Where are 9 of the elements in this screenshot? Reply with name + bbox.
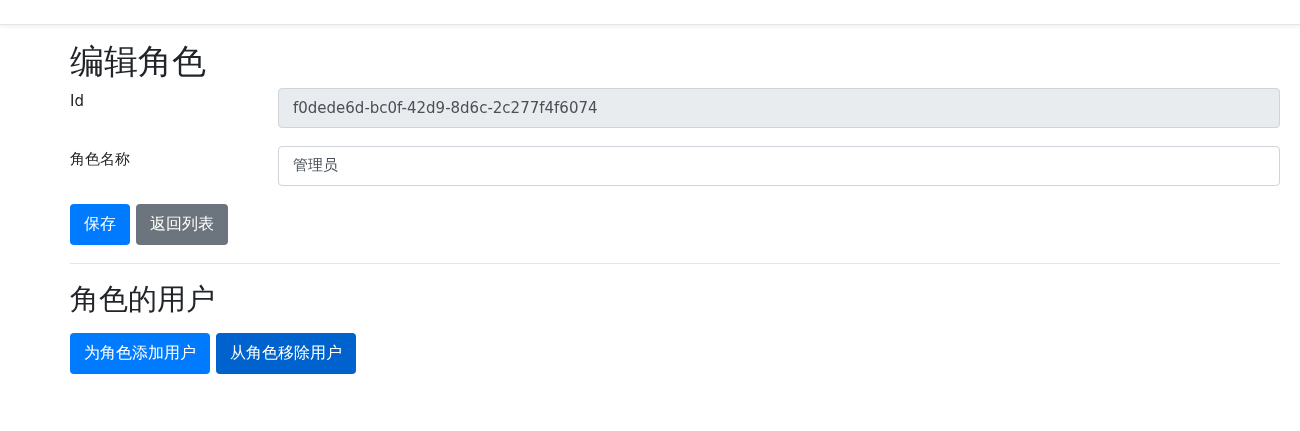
- save-button[interactable]: 保存: [70, 203, 130, 245]
- input-field[interactable]: 管理员: [278, 145, 1280, 186]
- back-button[interactable]: 返回列表: [136, 203, 228, 245]
- add-user-button[interactable]: 为角色添加用户: [70, 332, 210, 374]
- field-label: Id: [70, 90, 85, 110]
- page-title: 编辑角色: [70, 41, 207, 82]
- remove-user-button[interactable]: 从角色移除用户: [216, 332, 356, 374]
- section-title: 角色的用户: [70, 281, 216, 317]
- field-label: 角色名称: [70, 148, 131, 169]
